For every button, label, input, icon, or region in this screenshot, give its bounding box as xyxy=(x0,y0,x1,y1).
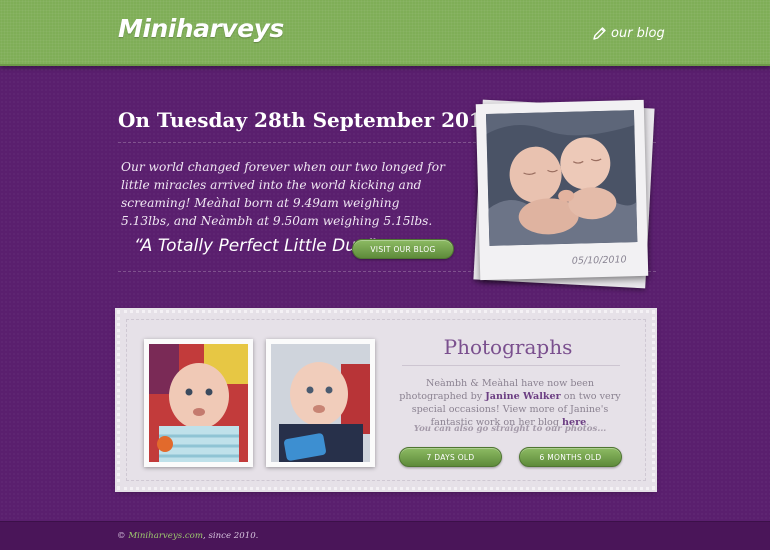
baby-photo-1[interactable] xyxy=(144,339,253,467)
quote-text: “A Totally Perfect Little Duo” xyxy=(134,236,376,256)
baby-photo-2-image xyxy=(271,344,370,462)
photo-date: 05/10/2010 xyxy=(571,254,627,267)
twins-photo xyxy=(485,110,638,246)
baby-photo-2-illustration xyxy=(271,344,370,462)
intro-paragraph: Our world changed forever when our two l… xyxy=(121,160,445,228)
photos-note: You can also go straight to our photos..… xyxy=(413,424,607,434)
site-logo[interactable]: Miniharveys xyxy=(118,14,284,43)
our-blog-link[interactable]: our blog xyxy=(592,26,665,41)
photographs-panel: Photographs Neàmbh & Meàhal have now bee… xyxy=(115,308,657,492)
page-headline: On Tuesday 28th September 2010... xyxy=(118,108,518,132)
footer-copyright: © Miniharveys.com, since 2010. xyxy=(117,531,258,541)
site-header: Miniharveys our blog xyxy=(0,0,770,66)
polaroid-photo-card[interactable]: 05/10/2010 xyxy=(475,99,649,281)
our-blog-label: our blog xyxy=(611,26,665,41)
baby-photo-1-illustration xyxy=(149,344,248,462)
photographs-title: Photographs xyxy=(443,335,573,359)
photographer-link[interactable]: Janine Walker xyxy=(485,391,560,402)
footer-site-link[interactable]: Miniharveys.com xyxy=(128,531,203,541)
footer-since: , since 2010. xyxy=(203,531,259,541)
seven-days-old-button[interactable]: 7 DAYS OLD xyxy=(399,447,502,467)
baby-photo-2[interactable] xyxy=(266,339,375,467)
site-footer: © Miniharveys.com, since 2010. xyxy=(0,521,770,550)
visit-blog-button[interactable]: VISIT OUR BLOG xyxy=(352,239,454,259)
baby-photo-1-image xyxy=(149,344,248,462)
title-rule xyxy=(402,365,620,366)
twins-illustration xyxy=(485,110,638,246)
six-months-old-button[interactable]: 6 MONTHS OLD xyxy=(519,447,622,467)
copyright-symbol: © xyxy=(117,531,126,541)
pencil-icon xyxy=(593,27,606,40)
photographs-description: Neàmbh & Meàhal have now been photograph… xyxy=(399,378,621,428)
